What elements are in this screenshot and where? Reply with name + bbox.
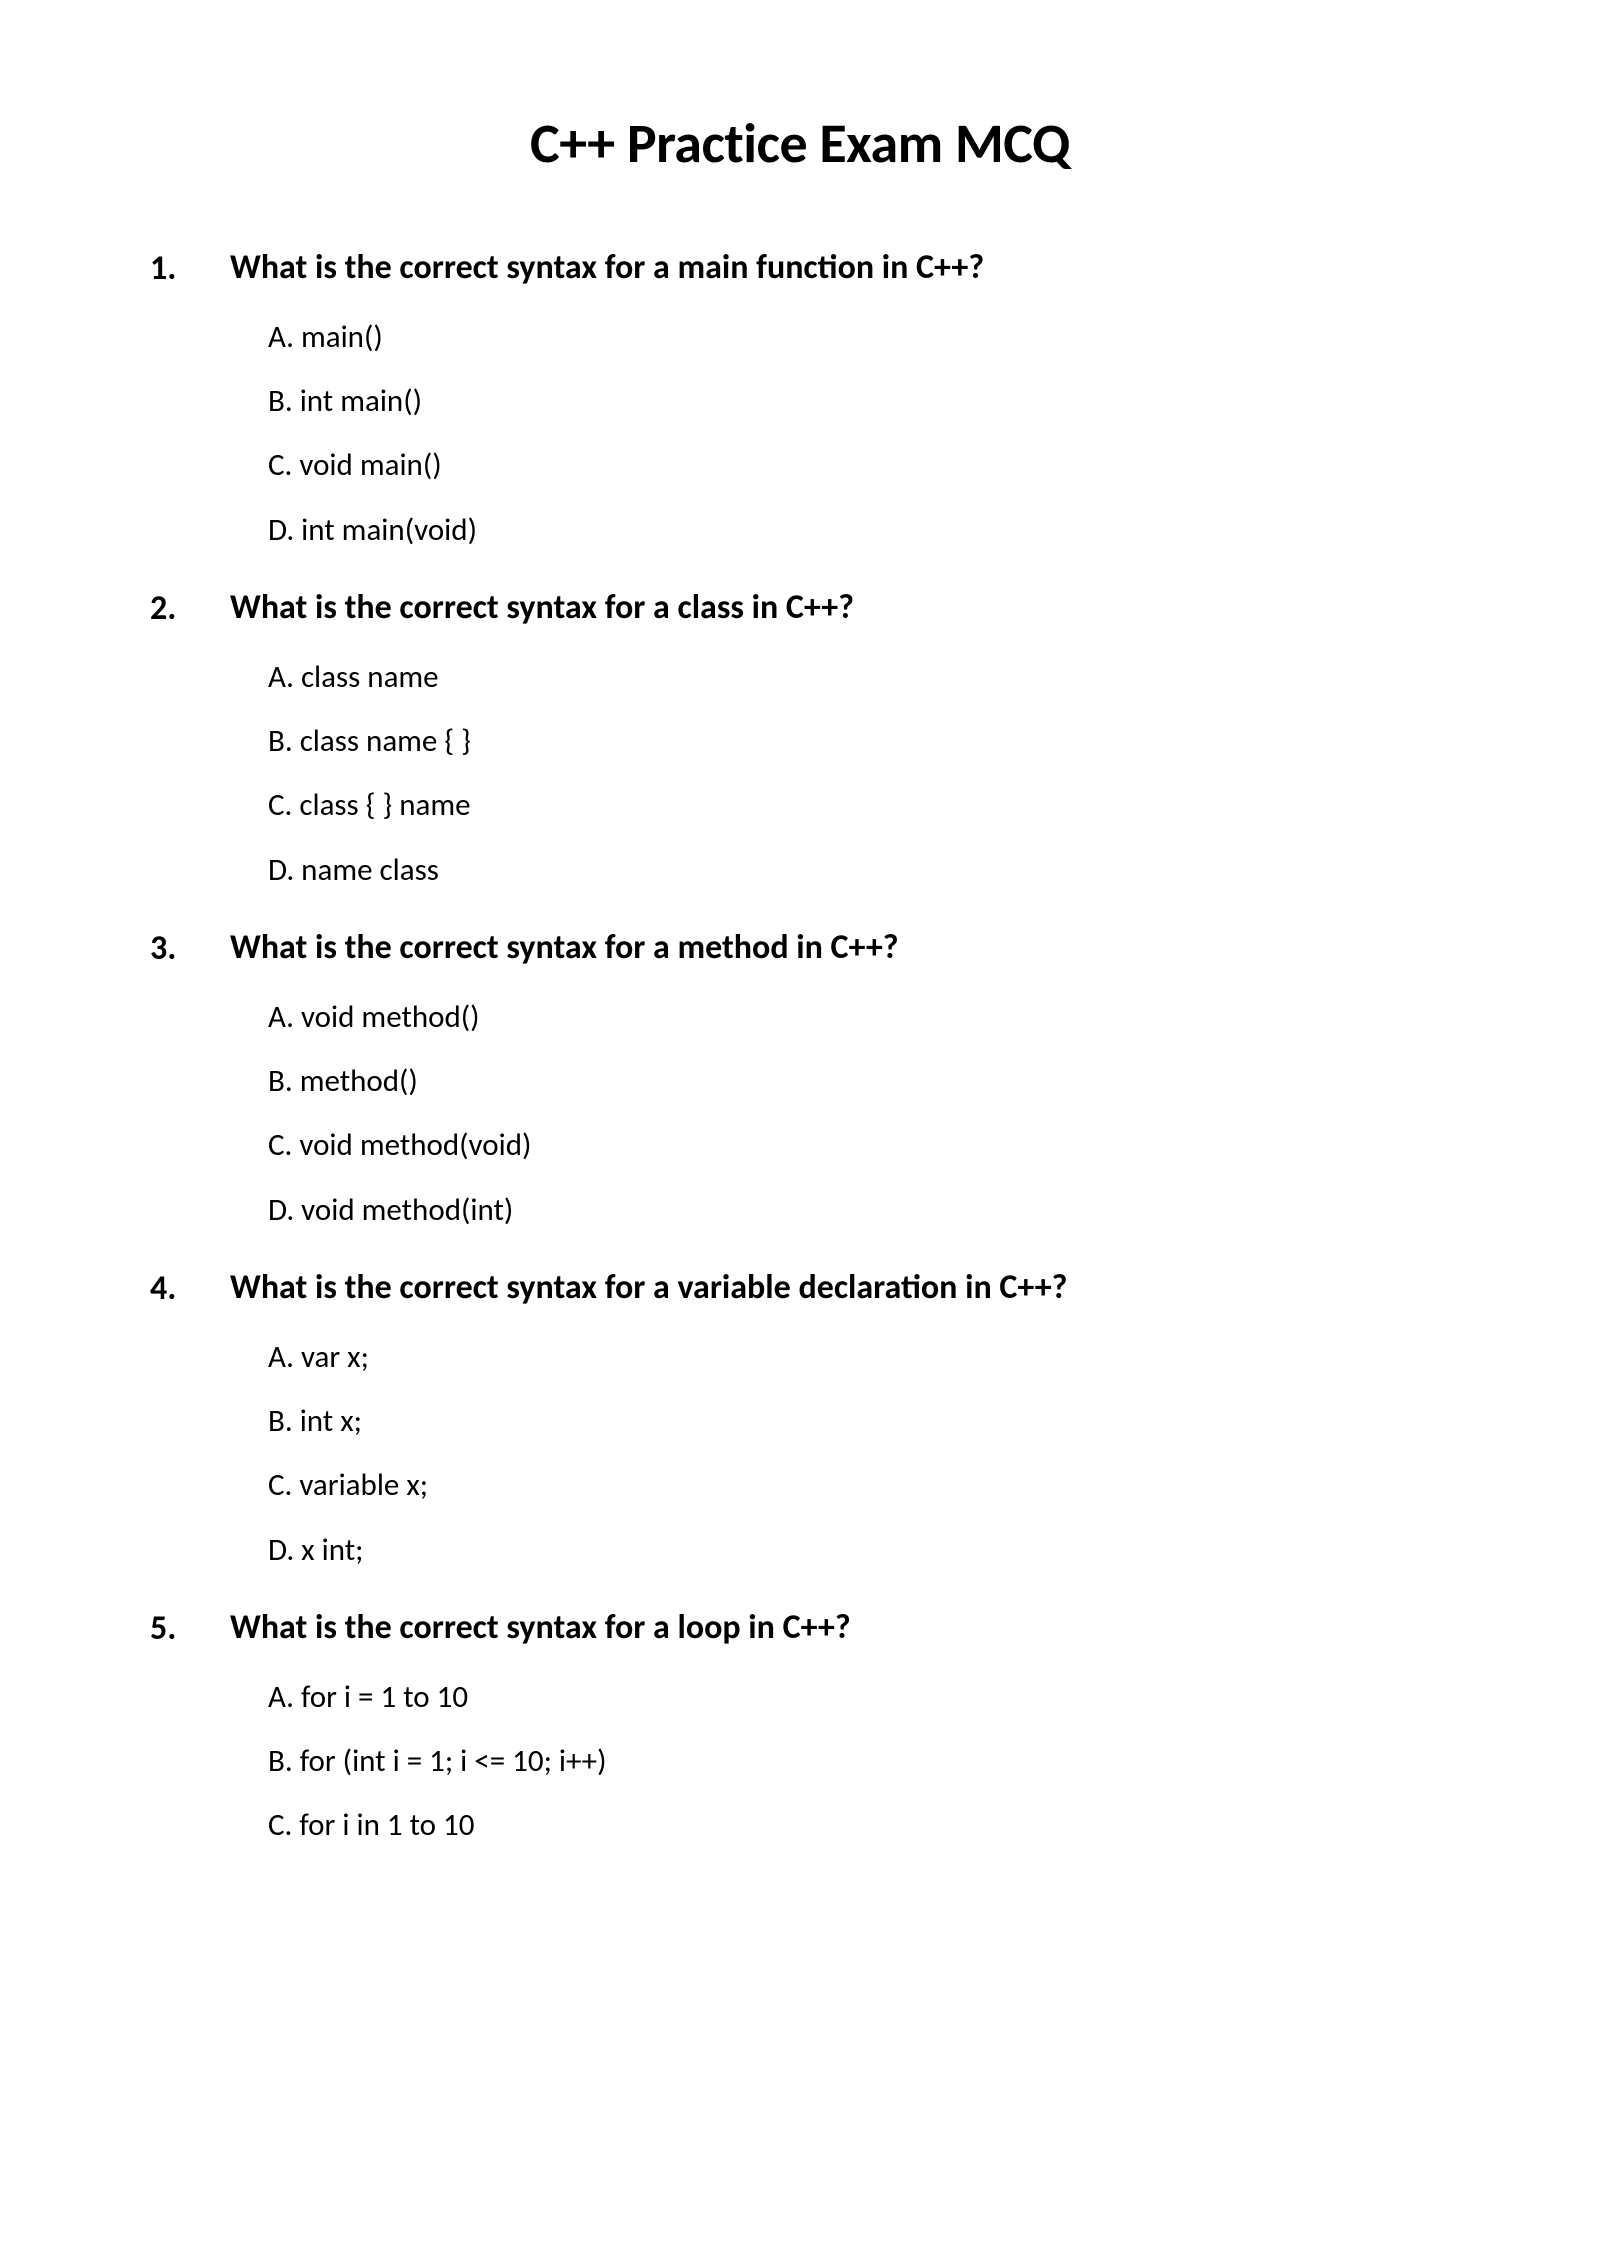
options-list: A. main() B. int main() C. void main() D… [230,317,1450,550]
question-text: What is the correct syntax for a main fu… [230,248,1450,289]
question-text: What is the correct syntax for a class i… [230,588,1450,629]
option-item: C. variable x; [268,1465,1450,1505]
option-item: A. var x; [268,1337,1450,1377]
options-list: A. void method() B. method() C. void met… [230,997,1450,1230]
question-item: 3. What is the correct syntax for a meth… [150,928,1450,1230]
question-text: What is the correct syntax for a loop in… [230,1608,1450,1649]
question-content: What is the correct syntax for a class i… [230,588,1450,890]
question-item: 5. What is the correct syntax for a loop… [150,1608,1450,1846]
option-item: B. int main() [268,381,1450,421]
option-item: C. void method(void) [268,1125,1450,1165]
question-item: 4. What is the correct syntax for a vari… [150,1268,1450,1570]
question-number: 4. [150,1268,200,1570]
question-number: 2. [150,588,200,890]
option-item: D. void method(int) [268,1190,1450,1230]
option-item: D. x int; [268,1530,1450,1570]
question-content: What is the correct syntax for a main fu… [230,248,1450,550]
options-list: A. class name B. class name { } C. class… [230,657,1450,890]
question-content: What is the correct syntax for a method … [230,928,1450,1230]
question-number: 5. [150,1608,200,1846]
option-item: A. class name [268,657,1450,697]
question-number: 1. [150,248,200,550]
question-item: 1. What is the correct syntax for a main… [150,248,1450,550]
option-item: A. void method() [268,997,1450,1037]
options-list: A. for i = 1 to 10 B. for (int i = 1; i … [230,1677,1450,1846]
question-content: What is the correct syntax for a loop in… [230,1608,1450,1846]
option-item: B. int x; [268,1401,1450,1441]
option-item: D. name class [268,850,1450,890]
option-item: D. int main(void) [268,510,1450,550]
option-item: B. for (int i = 1; i <= 10; i++) [268,1741,1450,1781]
option-item: B. method() [268,1061,1450,1101]
question-text: What is the correct syntax for a method … [230,928,1450,969]
questions-container: 1. What is the correct syntax for a main… [150,248,1450,1846]
option-item: C. for i in 1 to 10 [268,1805,1450,1845]
question-item: 2. What is the correct syntax for a clas… [150,588,1450,890]
question-text: What is the correct syntax for a variabl… [230,1268,1450,1309]
question-number: 3. [150,928,200,1230]
option-item: C. class { } name [268,785,1450,825]
option-item: A. main() [268,317,1450,357]
options-list: A. var x; B. int x; C. variable x; D. x … [230,1337,1450,1570]
question-content: What is the correct syntax for a variabl… [230,1268,1450,1570]
option-item: C. void main() [268,445,1450,485]
page-title: C++ Practice Exam MCQ [150,110,1450,178]
option-item: A. for i = 1 to 10 [268,1677,1450,1717]
option-item: B. class name { } [268,721,1450,761]
